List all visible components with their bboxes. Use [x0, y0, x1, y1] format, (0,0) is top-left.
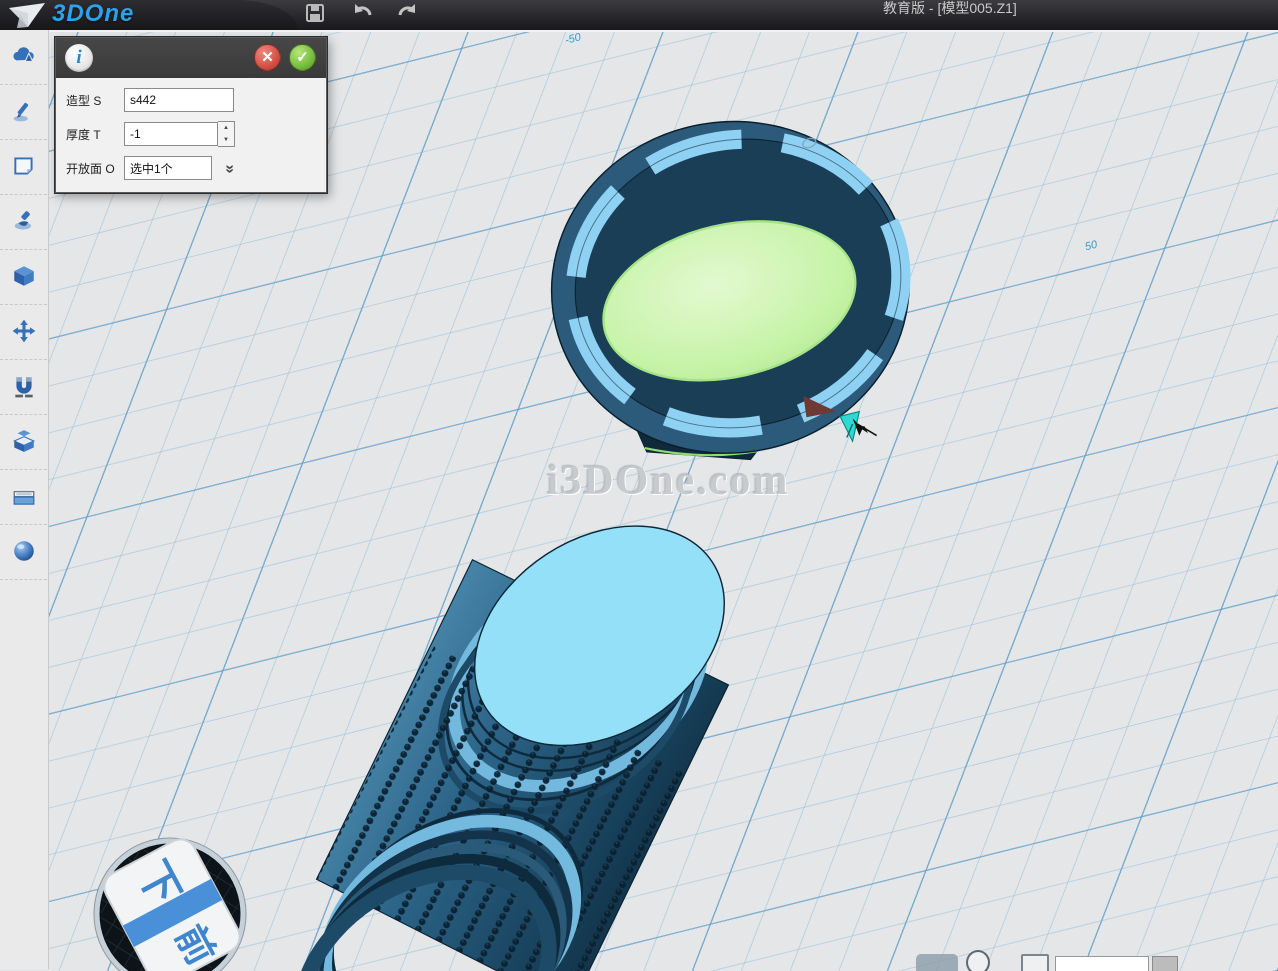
bottom-tool-icon[interactable]: [916, 954, 958, 971]
redo-button[interactable]: [392, 0, 422, 25]
toolbar-model-library-button[interactable]: [0, 30, 47, 85]
confirm-button[interactable]: ✓: [289, 44, 316, 71]
undo-button[interactable]: [348, 0, 378, 25]
model-flashlight-body[interactable]: [259, 481, 766, 971]
toolbar-primitive-button[interactable]: [0, 250, 47, 305]
viewcube[interactable]: 下 前: [92, 836, 257, 971]
info-icon: i: [65, 44, 93, 72]
cube-icon: [10, 263, 38, 292]
app-logo-icon: [6, 1, 48, 30]
viewport-canvas[interactable]: -50 50 i3DOne.com i ✕ ✓ 造型 S 厚度 T ▲▼ 开放面…: [48, 30, 1278, 971]
toolbar-render-button[interactable]: [0, 525, 47, 580]
field-row-thickness: 厚度 T ▲▼: [66, 121, 316, 147]
spinner-down-button[interactable]: ▼: [218, 134, 234, 146]
cloud-library-icon: [10, 43, 38, 72]
magnet-icon: [10, 373, 38, 402]
bottom-printer-icon[interactable]: [1021, 954, 1049, 971]
shape-field-label: 造型 S: [66, 92, 124, 109]
dialog-header: i ✕ ✓: [56, 38, 326, 78]
pencil-sketch-icon: [10, 98, 38, 127]
spinner-up-button[interactable]: ▲: [218, 122, 234, 134]
chevron-expand-icon[interactable]: »: [219, 159, 239, 178]
model-cap[interactable]: [530, 99, 931, 477]
toolbar-section-button[interactable]: [0, 470, 47, 525]
field-row-shape: 造型 S: [66, 88, 316, 112]
toolbar-sketch-plane-button[interactable]: [0, 140, 47, 195]
thickness-spinner: ▲▼: [218, 121, 235, 147]
left-toolbar: [0, 30, 49, 969]
field-row-open-face: 开放面 O »: [66, 156, 316, 180]
shell-command-dialog: i ✕ ✓ 造型 S 厚度 T ▲▼ 开放面 O »: [55, 37, 327, 193]
open-face-input[interactable]: [124, 156, 212, 180]
app-brand: 3DOne: [52, 0, 134, 28]
titlebar: 3DOne 教育版 - [模型005.Z1]: [0, 0, 1278, 30]
toolbar-deform-button[interactable]: [0, 195, 47, 250]
cancel-button[interactable]: ✕: [254, 44, 281, 71]
toolbar-move-button[interactable]: [0, 305, 47, 360]
shape-input[interactable]: [124, 88, 234, 112]
window-title: 教育版 - [模型005.Z1]: [883, 0, 1017, 18]
sphere-icon: [10, 538, 38, 567]
plane-icon: [10, 153, 38, 182]
open-face-field-label: 开放面 O: [66, 160, 124, 177]
thickness-field-label: 厚度 T: [66, 126, 124, 143]
toolbar-magnet-button[interactable]: [0, 360, 47, 415]
toolbar-sketch-button[interactable]: [0, 85, 47, 140]
dialog-body: 造型 S 厚度 T ▲▼ 开放面 O »: [56, 78, 326, 192]
move-arrows-icon: [10, 318, 38, 347]
section-bar-icon: [10, 483, 38, 512]
watermark: i3DOne.com: [388, 457, 948, 505]
stacked-cubes-icon: [10, 428, 38, 457]
save-button[interactable]: [300, 0, 330, 25]
toolbar-combine-button[interactable]: [0, 415, 47, 470]
putty-knife-icon: [10, 208, 38, 237]
thickness-input[interactable]: [124, 122, 218, 146]
bottom-circle-icon[interactable]: [966, 950, 990, 971]
